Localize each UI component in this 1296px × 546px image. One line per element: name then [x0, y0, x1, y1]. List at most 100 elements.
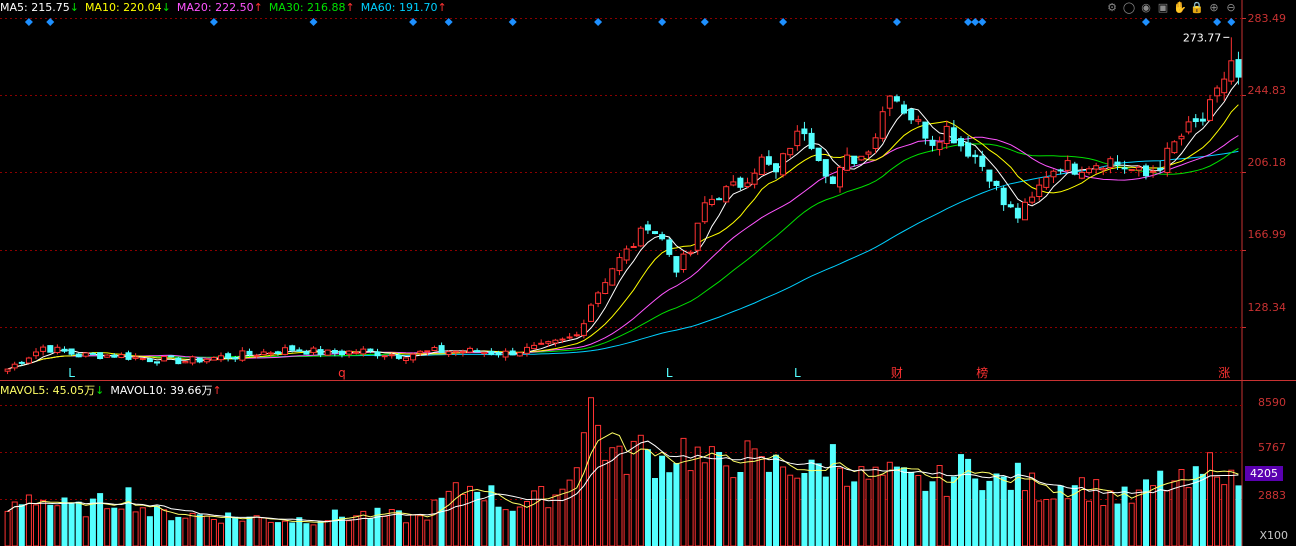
volume-bar — [637, 434, 644, 546]
volume-bar — [1171, 480, 1178, 546]
volume-bar — [189, 512, 196, 546]
volume-bar — [1057, 485, 1064, 546]
candle-body — [89, 352, 96, 355]
candle-body — [225, 353, 232, 359]
candle-body — [787, 147, 794, 156]
lock-icon[interactable]: 🔒 — [1190, 1, 1204, 15]
price-tick-3: 206.18 — [1247, 156, 1287, 169]
price-tick-1: 283.49 — [1247, 12, 1287, 25]
volume-bar — [4, 510, 11, 546]
volume-bar — [1007, 489, 1014, 546]
volume-bar — [182, 517, 189, 546]
volume-bar — [89, 498, 96, 546]
candle-body — [203, 358, 210, 363]
candle-body — [331, 350, 338, 354]
volume-bar — [303, 523, 310, 546]
candle-body — [75, 353, 82, 358]
volume-bar — [609, 447, 616, 546]
event-marker-icon — [46, 18, 55, 26]
volume-bar — [403, 522, 409, 546]
volume-bar — [744, 440, 751, 546]
volume-bar — [68, 503, 75, 546]
candle-body — [139, 357, 146, 360]
candle-body — [637, 227, 644, 247]
volume-bar — [47, 504, 54, 546]
volume-bar — [1199, 473, 1206, 546]
volume-bar — [161, 509, 168, 546]
candle-body — [388, 354, 395, 357]
hand-icon[interactable]: ✋ — [1173, 1, 1187, 15]
candle-body — [829, 176, 836, 184]
eye-icon[interactable]: ◉ — [1139, 1, 1153, 15]
ma10-line — [7, 104, 1239, 370]
circle-icon[interactable]: ◯ — [1122, 1, 1136, 15]
volume-bar — [1100, 505, 1107, 546]
candle-body — [1207, 99, 1213, 121]
zoom-in-icon[interactable]: ⊕ — [1207, 1, 1221, 15]
candle-body — [986, 169, 993, 182]
candle-body — [723, 186, 730, 203]
candle-body — [1093, 165, 1100, 170]
candle-body — [1143, 165, 1149, 177]
price-tick-5: 128.34 — [1247, 301, 1287, 314]
volume-bar — [274, 522, 281, 546]
volume-bar — [467, 485, 473, 546]
candle-body — [694, 222, 701, 251]
candle-body — [417, 350, 424, 354]
volume-bar — [146, 516, 153, 546]
volume-bar — [452, 482, 459, 546]
candlestick-chart: Lq L L 财 榜 涨 273.77 — [0, 0, 1296, 546]
candle-body — [310, 347, 317, 354]
candle-body — [339, 350, 345, 356]
candle-body — [893, 96, 900, 102]
candle-body — [317, 349, 324, 355]
volume-bar — [758, 456, 765, 546]
volume-bar — [154, 505, 160, 546]
candle-body — [595, 292, 602, 304]
volume-bar — [75, 501, 82, 546]
candle-body — [1228, 60, 1235, 82]
candle-body — [531, 344, 538, 350]
gift-icon[interactable]: ▣ — [1156, 1, 1170, 15]
moving-average-lines — [7, 80, 1239, 370]
zoom-out-icon[interactable]: ⊖ — [1224, 1, 1238, 15]
candle-body — [538, 342, 545, 345]
candle-body — [908, 108, 915, 121]
candle-body — [1150, 170, 1157, 173]
volume-bar — [829, 444, 836, 546]
volume-bar — [844, 485, 851, 546]
settings-icon[interactable]: ⚙ — [1105, 1, 1119, 15]
candle-body — [858, 155, 865, 161]
chart-toolbar: ⚙ ◯ ◉ ▣ ✋ 🔒 ⊕ ⊖ — [1105, 1, 1238, 17]
volume-bar — [716, 452, 723, 546]
volume-bar — [111, 507, 118, 546]
candle-body — [4, 368, 11, 372]
volume-bar — [346, 520, 353, 546]
candle-body — [11, 363, 18, 369]
candle-body — [822, 159, 829, 177]
candle-body — [780, 153, 787, 176]
candle-body — [1214, 87, 1221, 97]
candle-body — [353, 351, 360, 354]
volume-bar — [125, 487, 132, 546]
volume-bar — [495, 506, 502, 546]
volume-bar — [801, 473, 808, 546]
vol-legend-item-1: MAVOL10: 39.66万↑ — [110, 384, 222, 397]
volume-bar — [673, 463, 680, 546]
volume-bar — [773, 454, 779, 546]
candle-body — [324, 349, 331, 356]
candle-body — [687, 251, 694, 254]
candle-body — [367, 348, 374, 352]
volume-bar — [901, 467, 907, 546]
candle-body — [239, 350, 246, 361]
event-labels: Lq L L 财 榜 涨 — [68, 365, 1230, 380]
candle-body — [872, 137, 879, 150]
candle-body — [1086, 168, 1092, 174]
candle-body — [716, 198, 723, 201]
candle-body — [25, 357, 32, 364]
volume-bar — [965, 458, 972, 546]
candle-body — [381, 355, 388, 358]
candle-body — [865, 151, 872, 155]
event-marker-icon — [24, 18, 33, 26]
candle-body — [274, 351, 281, 354]
